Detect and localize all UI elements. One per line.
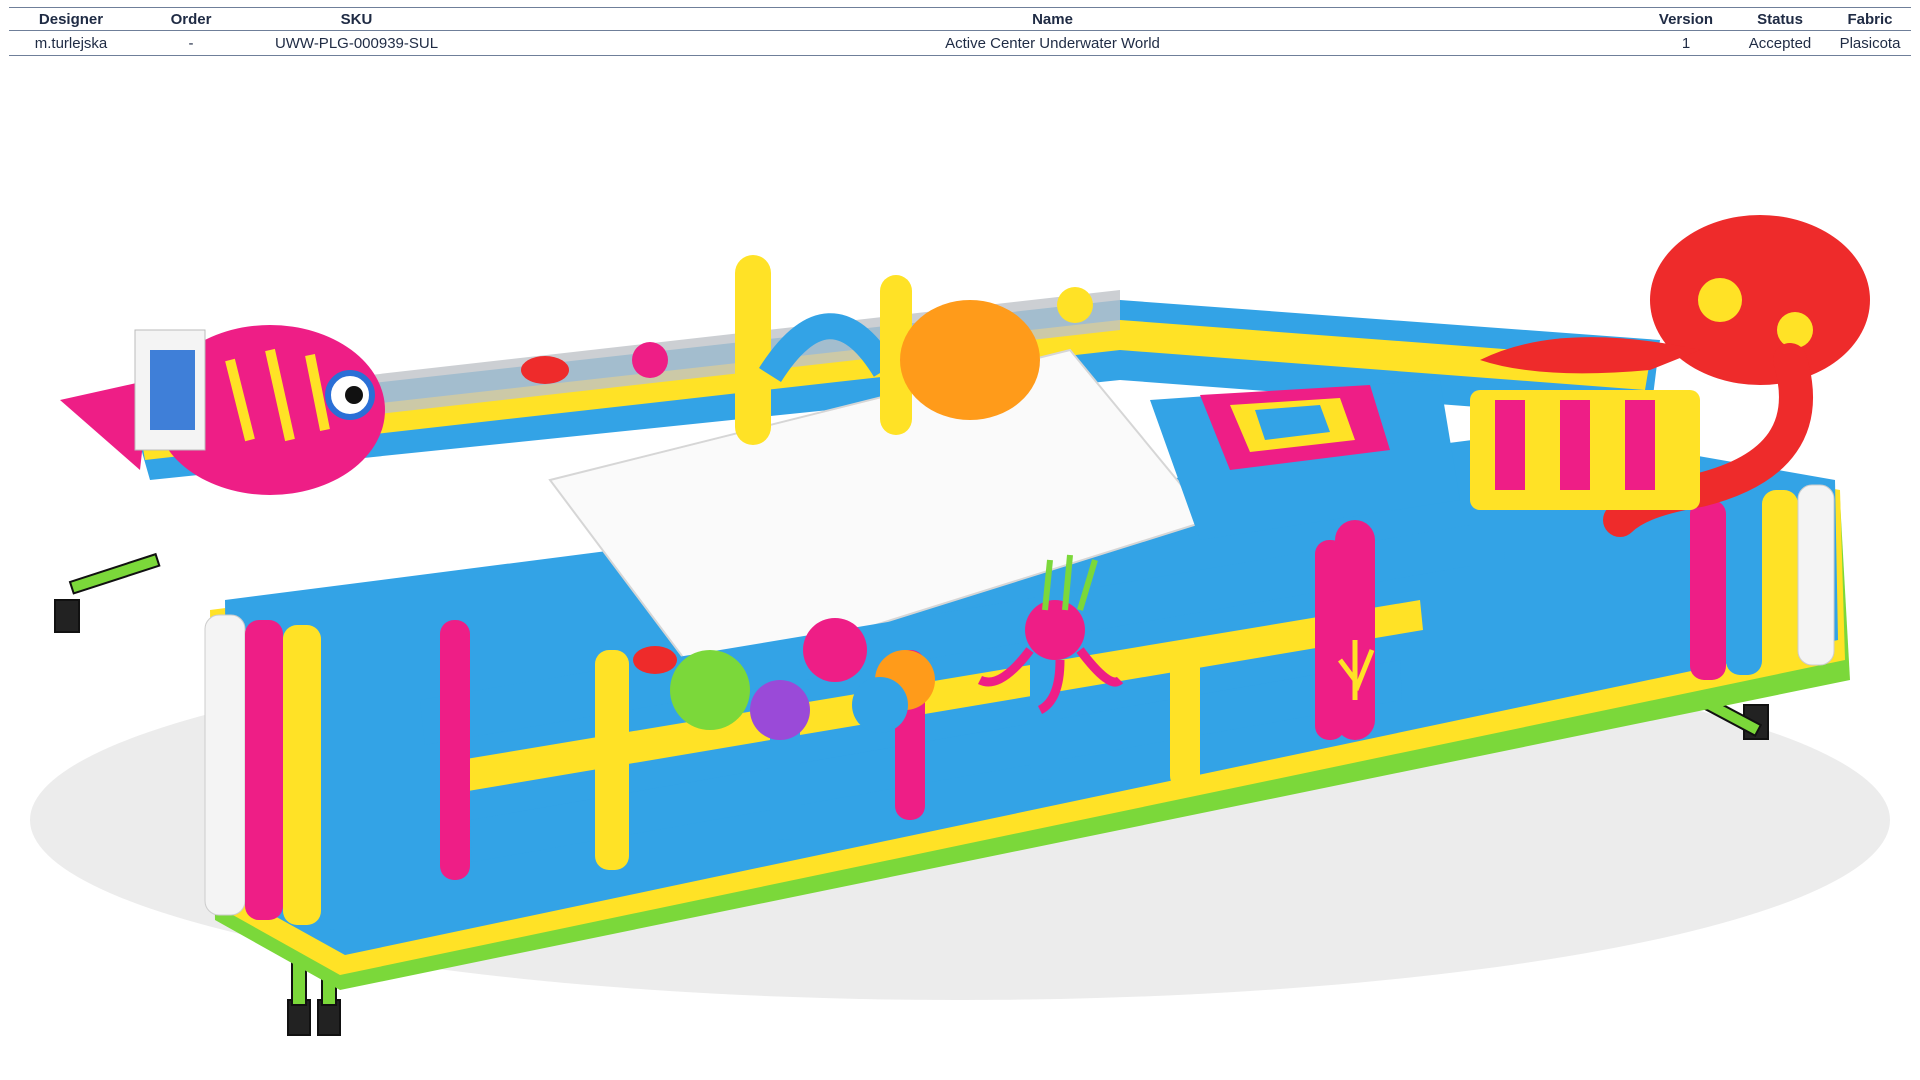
coral-pillar — [1335, 520, 1375, 740]
header-status: Status — [1731, 7, 1829, 31]
table-row: m.turlejska - UWW-PLG-000939-SUL Active … — [9, 30, 1911, 56]
header-name: Name — [464, 7, 1641, 31]
table-header-row: Designer Order SKU Name Version Status F… — [9, 7, 1911, 31]
header-fabric: Fabric — [1829, 7, 1911, 31]
cell-sku: UWW-PLG-000939-SUL — [249, 30, 464, 56]
header-version: Version — [1641, 7, 1731, 31]
right-corner-tower — [1690, 484, 1835, 680]
octopus-figure — [1470, 215, 1870, 537]
cell-fabric: Plasicota — [1829, 30, 1911, 56]
cell-status: Accepted — [1731, 30, 1829, 56]
cell-version: 1 — [1641, 30, 1731, 56]
cell-name: Active Center Underwater World — [464, 30, 1641, 56]
fish-figure — [60, 325, 385, 495]
header-sku: SKU — [249, 7, 464, 31]
spec-table: Designer Order SKU Name Version Status F… — [9, 7, 1911, 56]
cell-order: - — [133, 30, 249, 56]
header-order: Order — [133, 7, 249, 31]
header-designer: Designer — [9, 7, 133, 31]
cell-designer: m.turlejska — [9, 30, 133, 56]
left-corner-tower — [204, 614, 359, 930]
inflatable-render — [30, 215, 1890, 1036]
